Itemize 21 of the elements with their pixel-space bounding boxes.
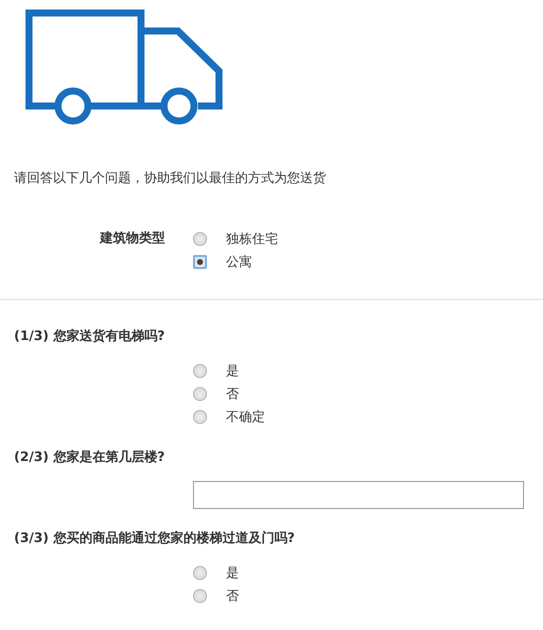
radio-button[interactable] xyxy=(193,410,207,424)
radio-button[interactable] xyxy=(193,254,207,268)
field-label: 建筑物类型 xyxy=(98,230,165,248)
truck-icon xyxy=(25,9,223,127)
input-field[interactable] xyxy=(193,481,524,509)
radio-button[interactable] xyxy=(193,566,207,580)
question-text: (1/3) 您家送货有电梯吗? xyxy=(14,328,165,345)
option-label: 是 xyxy=(226,564,239,582)
radio-button[interactable] xyxy=(193,364,207,378)
option-label: 不确定 xyxy=(226,408,265,426)
radio-button[interactable] xyxy=(193,588,207,602)
radio-button[interactable] xyxy=(193,232,207,246)
option-label: 否 xyxy=(226,386,239,402)
option-label: 是 xyxy=(226,362,239,380)
option-label: 独栋住宅 xyxy=(226,230,278,248)
intro-text: 请回答以下几个问题，协助我们以最佳的方式为您送货 xyxy=(14,170,326,187)
option-label: 否 xyxy=(226,588,239,604)
question-text: (3/3) 您买的商品能通过您家的楼梯过道及门吗? xyxy=(14,530,295,547)
option-label: 公寓 xyxy=(226,254,252,270)
question-text: (2/3) 您家是在第几层楼? xyxy=(14,448,165,466)
radio-button[interactable] xyxy=(193,386,207,400)
